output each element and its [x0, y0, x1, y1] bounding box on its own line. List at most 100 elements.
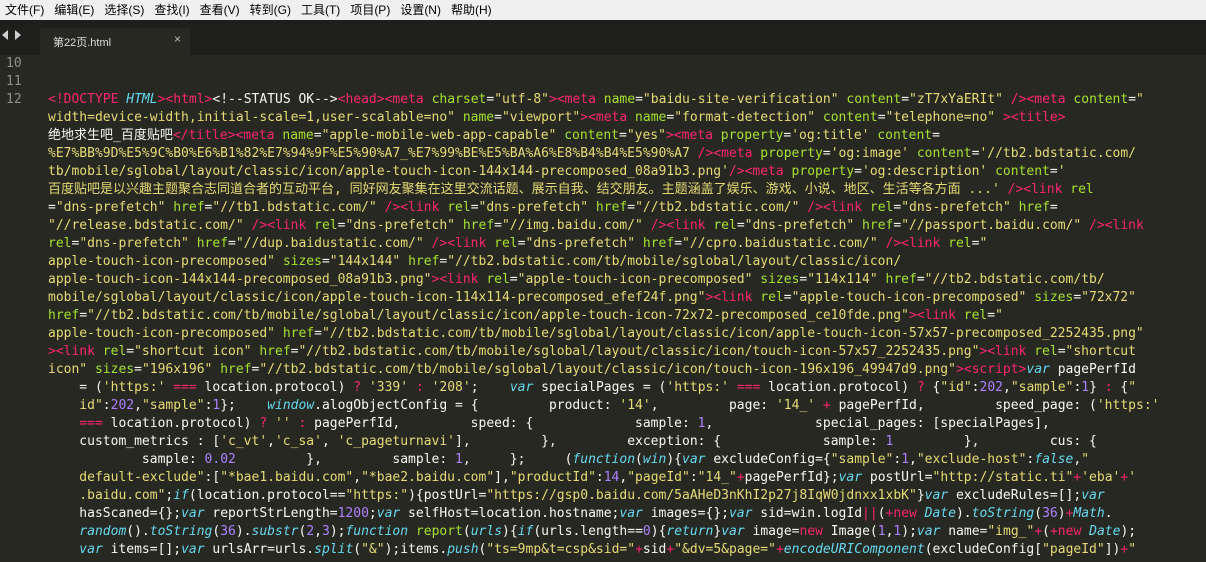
code-token: name	[603, 92, 636, 107]
code-token: ){	[502, 524, 518, 539]
code-line: "//release.bdstatic.com/" /><link rel="d…	[48, 217, 1206, 235]
code-token: push	[447, 542, 479, 557]
code-token: '208'	[431, 380, 471, 395]
code-token: var	[181, 506, 205, 521]
close-icon[interactable]: ×	[174, 32, 181, 46]
code-token: (excludeConfig[	[924, 542, 1043, 557]
code-token: href	[259, 344, 291, 359]
code-token: rel	[314, 218, 338, 233]
code-line: === location.protocol) ? '' : pagePerfId…	[48, 415, 1206, 433]
code-token: href	[862, 218, 894, 233]
code-token: ''	[275, 416, 291, 431]
menu-project[interactable]: 项目(P)	[345, 0, 395, 20]
code-token: )	[1057, 506, 1066, 521]
code-line: = ('https:' === location.protocol) ? '33…	[48, 379, 1206, 397]
code-token: <link	[1023, 182, 1071, 197]
tab-scroll-left-icon[interactable]	[2, 30, 8, 40]
code-token: ?	[259, 416, 268, 431]
code-token: href	[1018, 200, 1050, 215]
code-token: icon"	[48, 362, 88, 377]
code-token: :	[971, 380, 980, 395]
code-token: rel	[948, 236, 972, 251]
code-token: sid=win.logId	[752, 506, 863, 521]
code-editor[interactable]: 10 11 12 <!DOCTYPE HTML><html><!--STATUS…	[0, 55, 1206, 562]
code-token: rel	[486, 272, 510, 287]
menu-goto[interactable]: 转到(G)	[245, 0, 296, 20]
code-token: 14	[603, 470, 620, 485]
code-token: function	[572, 452, 636, 467]
code-token: href	[642, 236, 675, 251]
code-token: "img_"	[987, 524, 1035, 539]
menu-edit[interactable]: 编辑(E)	[49, 0, 99, 20]
code-token: id"	[48, 398, 103, 413]
code-content[interactable]: <!DOCTYPE HTML > <html><!--STATUS OK--><he…	[48, 91, 1206, 559]
code-token: rel	[1070, 182, 1094, 197]
code-token: toString	[149, 524, 213, 539]
menu-find[interactable]: 查找(I)	[149, 0, 194, 20]
code-token: content	[564, 128, 619, 143]
code-token: <meta	[744, 164, 792, 179]
code-token: var	[728, 506, 753, 521]
code-token: />	[728, 164, 745, 179]
code-line: .baidu.com";if(location.protocol=="https…	[48, 487, 1206, 505]
code-token: charset	[431, 92, 487, 107]
code-token: />	[1089, 218, 1105, 233]
code-token: "sample"	[1010, 380, 1074, 395]
code-token: <link	[901, 236, 949, 251]
code-token: :	[415, 380, 424, 395]
code-token: "sample"	[830, 452, 894, 467]
code-token: "dns-prefetch"	[79, 236, 189, 251]
code-token: );	[901, 524, 917, 539]
code-token: 1	[1081, 380, 1090, 395]
code-token: (	[635, 452, 643, 467]
code-token: =	[627, 200, 636, 215]
code-token: =	[494, 218, 502, 233]
menu-help[interactable]: 帮助(H)	[446, 0, 497, 20]
code-token: "72x72"	[1081, 290, 1136, 305]
menu-preferences[interactable]: 设置(N)	[395, 0, 446, 20]
code-token: report	[415, 524, 463, 539]
code-token: content	[1073, 92, 1129, 107]
code-token: (	[353, 542, 362, 557]
code-token: win	[642, 452, 667, 467]
menu-tools[interactable]: 工具(T)	[296, 0, 345, 20]
tab-file[interactable]: 第22页.html ×	[40, 28, 190, 55]
menu-file[interactable]: 文件(F)	[0, 0, 49, 20]
code-token: "dns-prefetch"	[478, 200, 589, 215]
menu-selection[interactable]: 选择(S)	[99, 0, 149, 20]
code-token: "	[1081, 452, 1090, 467]
code-token: specialPages = (	[533, 380, 667, 395]
code-token: "shortcut	[1065, 344, 1136, 359]
code-line: random().toString(36).substr(2,3);functi…	[48, 523, 1206, 541]
code-token: />	[1010, 92, 1027, 107]
code-token: {	[1112, 380, 1129, 395]
code-token: :	[893, 452, 902, 467]
code-token: content	[916, 146, 972, 161]
code-token: "	[1128, 542, 1137, 557]
code-token: var	[509, 380, 534, 395]
code-token: rel	[713, 218, 737, 233]
code-line: width=device-width,initial-scale=1,user-…	[48, 109, 1206, 127]
code-token: 202	[110, 398, 135, 413]
code-token: 'c_sa'	[274, 434, 322, 449]
code-token: =	[1057, 344, 1066, 359]
code-token: var	[376, 506, 401, 521]
tab-scroll-right-icon[interactable]	[15, 30, 21, 40]
code-token: 1	[455, 452, 463, 467]
code-token: =	[916, 272, 925, 287]
code-token: <meta	[235, 128, 283, 143]
code-token: encodeURIComponent	[783, 542, 925, 557]
code-token: "id"	[940, 380, 972, 395]
code-token: "utf-8"	[494, 92, 549, 107]
code-token: reportStrLength=	[204, 506, 338, 521]
menu-view[interactable]: 查看(V)	[195, 0, 245, 20]
code-token: "telephone=no"	[885, 110, 996, 125]
code-token: HTML	[126, 92, 158, 107]
